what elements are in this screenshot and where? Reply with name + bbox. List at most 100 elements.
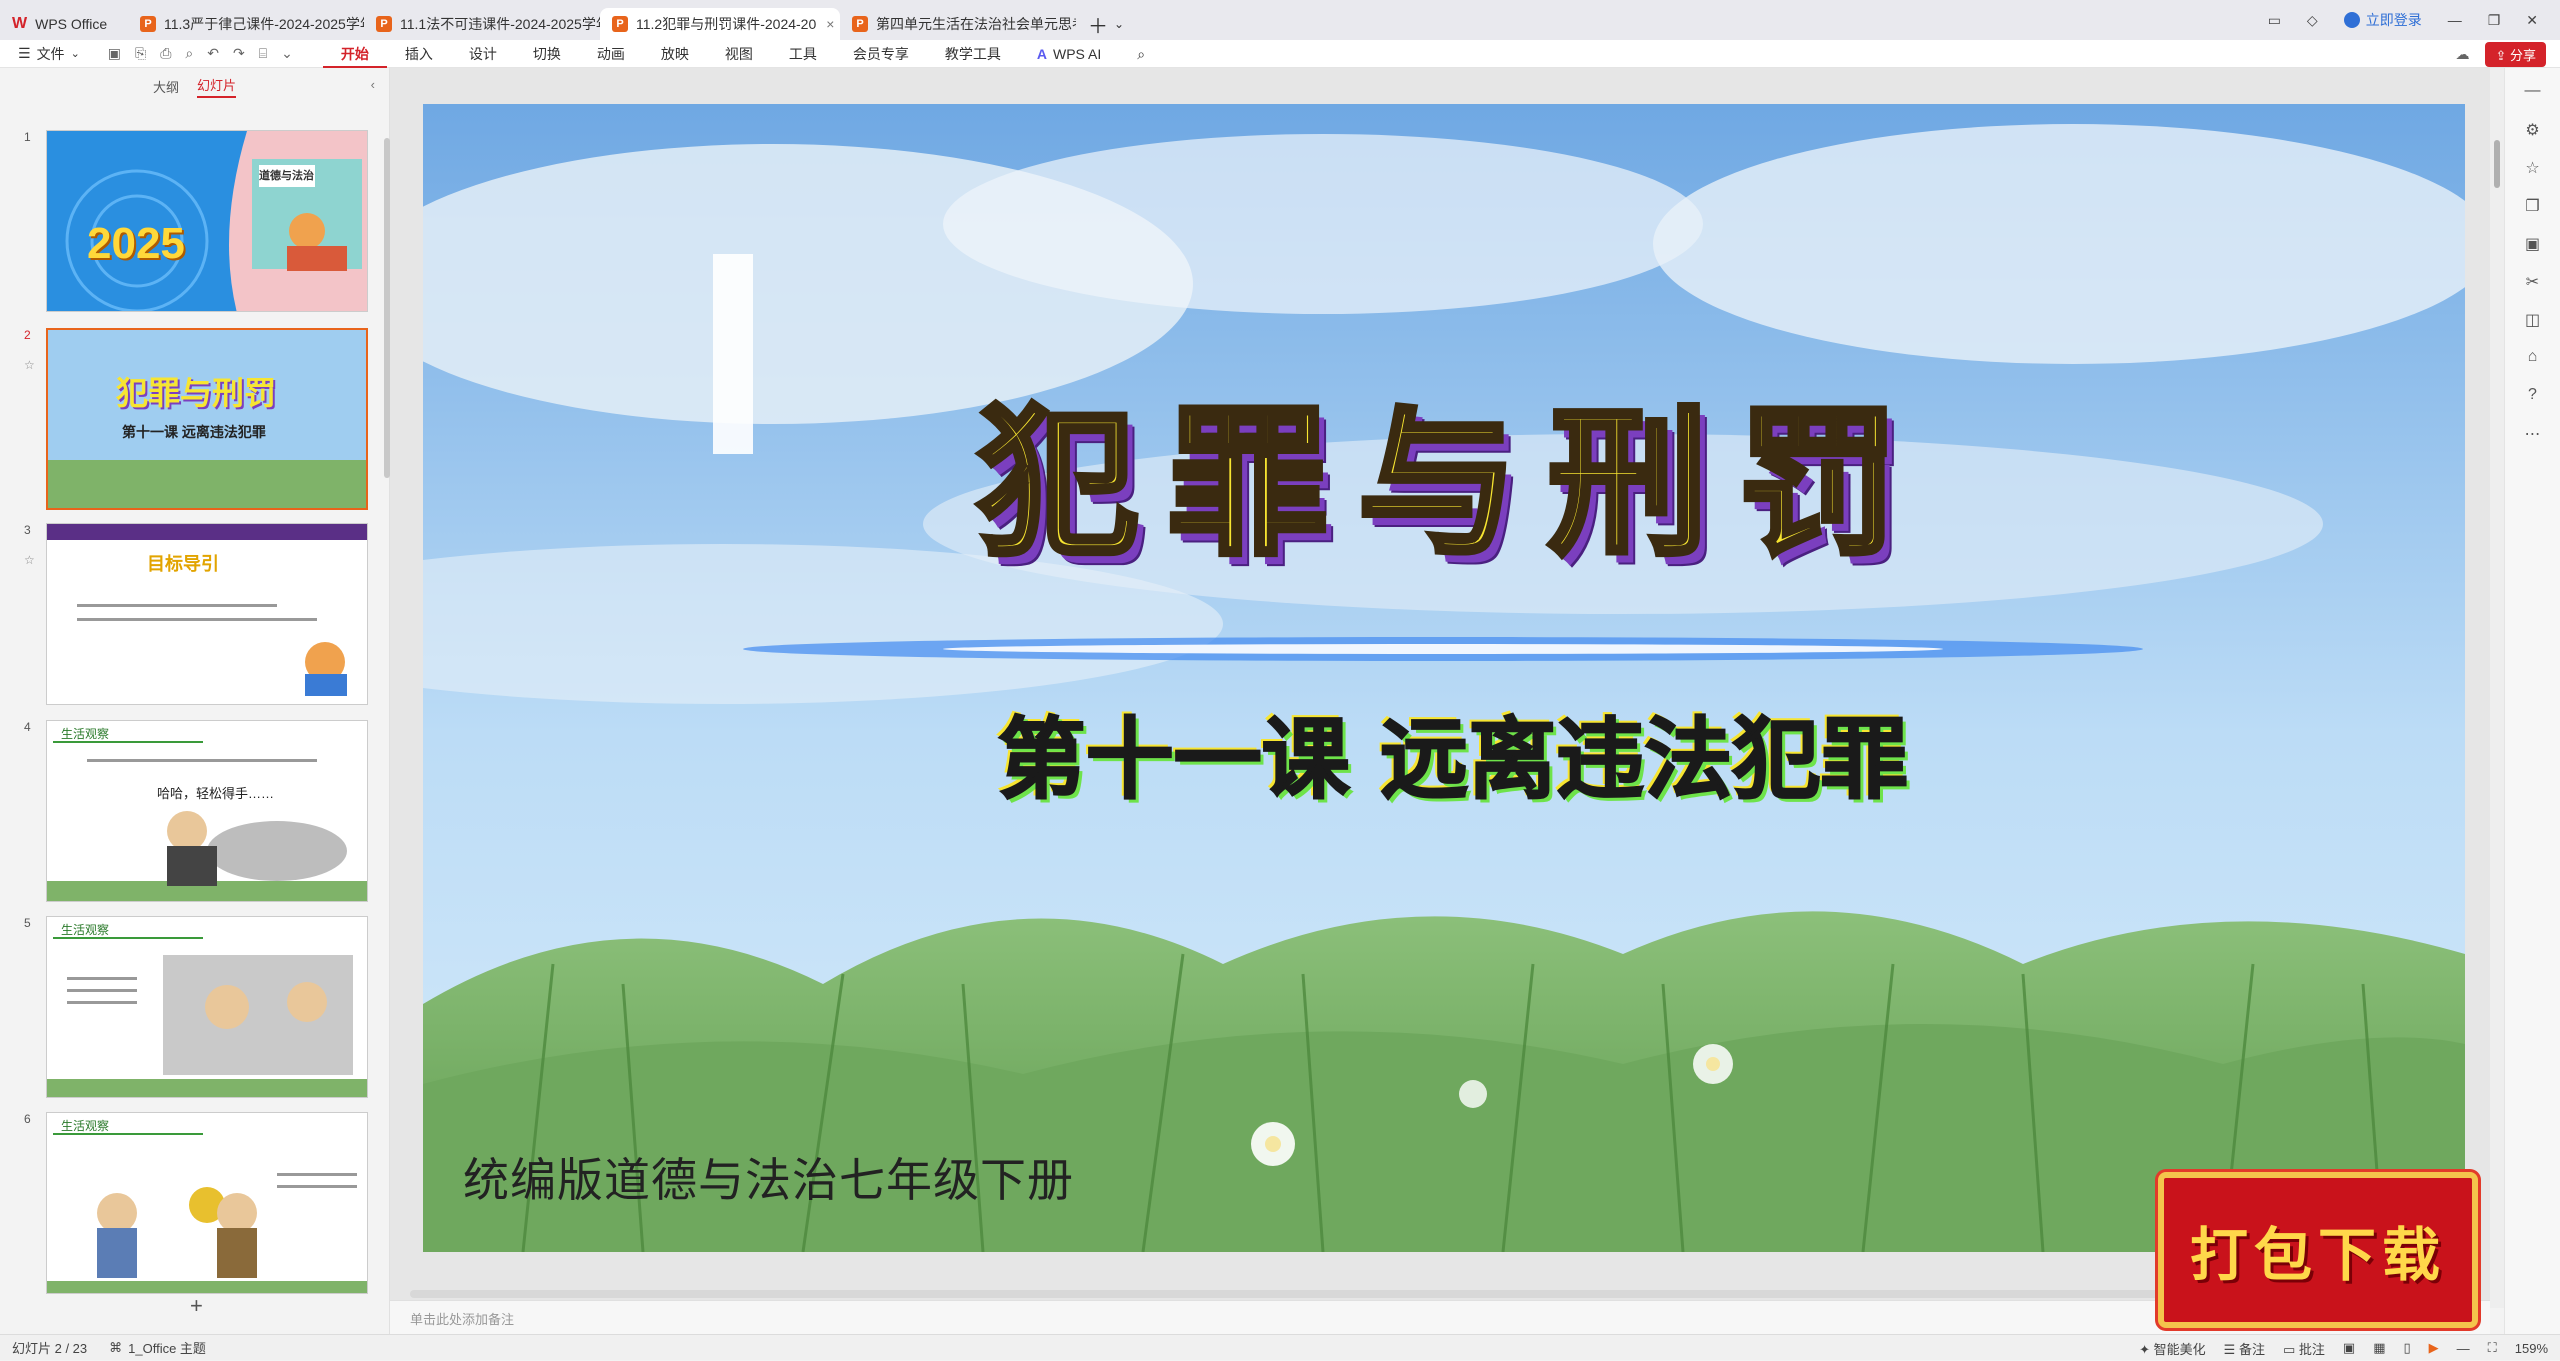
status-right: ✦ 智能美化 ☰ 备注 ▭ 批注 ▣ ▦ ▯ ▶ — ⛶ 159%	[2139, 1335, 2548, 1361]
redo-icon[interactable]: ↷	[233, 45, 245, 62]
right-tool-rail: — ⚙ ☆ ❐ ▣ ✂ ◫ ⌂ ? ⋯	[2504, 68, 2560, 1334]
cloud-icon[interactable]: ☁	[2455, 46, 2469, 63]
tab-tools[interactable]: 工具	[771, 40, 835, 68]
share-button[interactable]: ⇪ 分享	[2485, 41, 2546, 67]
more-icon[interactable]: ⋯	[2523, 424, 2543, 446]
preview-icon[interactable]: ⌕	[185, 45, 193, 62]
tab-transition[interactable]: 切换	[515, 40, 579, 68]
slide-thumbnail-5[interactable]: 生活观察	[46, 916, 368, 1098]
slide-count: 幻灯片 2 / 23	[12, 1341, 88, 1356]
ribbon-tabs: 开始 插入 设计 切换 动画 放映 视图 工具 会员专享 教学工具 A WPS A…	[322, 40, 1163, 68]
smart-beautify[interactable]: ✦ 智能美化	[2139, 1339, 2206, 1358]
file-label: 文件	[36, 45, 65, 62]
slide-thumbnail-4[interactable]: 生活观察 哈哈，轻松得手……	[46, 720, 368, 902]
doc-tab-4[interactable]: P 第四单元生活在法治社会单元思考与行	[840, 8, 1076, 40]
tab-animation[interactable]: 动画	[579, 40, 643, 68]
current-slide[interactable]: 犯罪与刑罚 第十一课 远离违法犯罪 统编版道德与法治七年级下册	[423, 104, 2465, 1252]
thumb-2-title: 犯罪与刑罚	[116, 375, 277, 411]
slide-number: 5	[24, 916, 31, 930]
tab-slideshow[interactable]: 放映	[643, 40, 707, 68]
tab-design[interactable]: 设计	[451, 40, 515, 68]
star-icon[interactable]: ☆	[24, 553, 35, 567]
book-icon[interactable]: ◫	[2523, 310, 2543, 332]
save-icon[interactable]: ▣	[108, 45, 121, 62]
tab-teaching-tools[interactable]: 教学工具	[927, 40, 1019, 68]
tab-insert[interactable]: 插入	[387, 40, 451, 68]
login-button[interactable]: 立即登录	[2343, 10, 2422, 30]
slide-thumbnail-1[interactable]: 2025 道德与法治	[46, 130, 368, 312]
home-tab[interactable]: W WPS Office	[0, 8, 128, 40]
doc-tab-label: 11.1法不可违课件-2024-2025学年统	[400, 16, 600, 32]
layout-icon[interactable]: ▭	[2268, 12, 2281, 29]
tab-view[interactable]: 视图	[707, 40, 771, 68]
tab-outline[interactable]: 大纲	[153, 77, 179, 96]
help-icon[interactable]: ?	[2523, 386, 2543, 408]
slide-subtitle[interactable]: 第十一课 远离违法犯罪	[853, 689, 2053, 816]
download-promo-badge[interactable]: 打包下载	[2158, 1172, 2478, 1328]
minimize-icon[interactable]: —	[2448, 12, 2462, 28]
theme-name[interactable]: 1_Office 主题	[128, 1338, 206, 1357]
normal-view-icon[interactable]: ▣	[2343, 1340, 2355, 1356]
vertical-scrollbar[interactable]	[2490, 68, 2504, 1308]
sorter-view-icon[interactable]: ▦	[2373, 1340, 2385, 1356]
editing-canvas: 犯罪与刑罚 第十一课 远离违法犯罪 统编版道德与法治七年级下册	[390, 68, 2490, 1308]
restore-icon[interactable]: ❐	[2488, 12, 2501, 29]
reading-view-icon[interactable]: ▯	[2403, 1340, 2410, 1356]
tab-slides[interactable]: 幻灯片	[197, 75, 237, 98]
ai-icon: A	[1036, 45, 1047, 62]
minus-icon[interactable]: —	[2523, 82, 2543, 104]
presentation-icon: P	[852, 16, 868, 32]
print-icon[interactable]: ⎙	[160, 45, 171, 62]
slide-thumbnail-2-selected[interactable]: 犯罪与刑罚 第十一课 远离违法犯罪	[46, 328, 368, 510]
star-icon[interactable]: ☆	[2523, 158, 2543, 180]
new-tab-button[interactable]: ＋ ⌄	[1076, 8, 1136, 40]
window-controls: ▭ ◇ 立即登录 — ❐ ✕	[2268, 0, 2560, 40]
format-painter-icon[interactable]: ⌸	[259, 45, 267, 62]
horizontal-scrollbar[interactable]	[410, 1290, 2420, 1298]
add-slide-button[interactable]: +	[190, 1293, 203, 1319]
image-icon[interactable]: ▣	[2523, 234, 2543, 256]
tab-member[interactable]: 会员专享	[835, 40, 927, 68]
tab-home[interactable]: 开始	[322, 40, 387, 68]
scrollbar-thumb[interactable]	[2494, 140, 2500, 188]
fit-icon[interactable]: ⛶	[2488, 1340, 2497, 1356]
doc-tab-label: 11.3严于律己课件-2024-2025学年统	[164, 16, 364, 32]
export-icon[interactable]: ⎘	[135, 45, 146, 62]
thumb-1-year: 2025	[87, 219, 185, 268]
tab-wps-ai[interactable]: A WPS AI	[1019, 40, 1119, 68]
thumb-6-art	[47, 1113, 367, 1293]
menu-icon: ☰	[18, 45, 31, 61]
chevron-down-icon[interactable]: ⌄	[281, 45, 293, 62]
zoom-out-icon[interactable]: —	[2457, 1341, 2470, 1356]
file-menu[interactable]: ☰ 文件 ⌄	[18, 44, 80, 64]
doc-tab-2[interactable]: P 11.1法不可违课件-2024-2025学年统	[364, 8, 600, 40]
doc-tab-1[interactable]: P 11.3严于律己课件-2024-2025学年统	[128, 8, 364, 40]
quick-access: ▣ ⎘ ⎙ ⌕ ↶ ↷ ⌸ ⌄	[108, 45, 293, 62]
slide-number: 3	[24, 523, 31, 537]
notes-toggle[interactable]: ☰ 备注	[2224, 1339, 2265, 1358]
zoom-level[interactable]: 159%	[2515, 1341, 2548, 1356]
adjust-icon[interactable]: ⚙	[2523, 120, 2543, 142]
collapse-icon[interactable]: ‹	[371, 77, 375, 92]
slide-title[interactable]: 犯罪与刑罚	[853, 354, 2053, 586]
tools-icon[interactable]: ✂	[2523, 272, 2543, 294]
close-icon[interactable]: ×	[826, 16, 834, 32]
thumb-5-art	[47, 917, 367, 1097]
chevron-down-icon[interactable]: ⌄	[1114, 17, 1124, 31]
notes-label: 备注	[2238, 1341, 2265, 1357]
thumb-6-section: 生活观察	[61, 1119, 110, 1133]
search-icon[interactable]: ⌕	[1119, 40, 1163, 68]
slide-thumbnail-3[interactable]: 目标导引	[46, 523, 368, 705]
thumb-4-section: 生活观察	[61, 727, 110, 741]
close-window-icon[interactable]: ✕	[2526, 12, 2538, 29]
shirt-icon[interactable]: ⌂	[2523, 348, 2543, 370]
slide-footer[interactable]: 统编版道德与法治七年级下册	[463, 1144, 1074, 1210]
doc-tab-3-active[interactable]: P 11.2犯罪与刑罚课件-2024-20 ×	[600, 8, 840, 40]
undo-icon[interactable]: ↶	[207, 45, 219, 62]
play-icon[interactable]: ▶	[2429, 1340, 2439, 1356]
star-icon[interactable]: ☆	[24, 358, 35, 372]
comments-toggle[interactable]: ▭ 批注	[2283, 1339, 2325, 1358]
cube-icon[interactable]: ◇	[2307, 12, 2318, 29]
slide-thumbnail-6[interactable]: 生活观察	[46, 1112, 368, 1294]
copy-icon[interactable]: ❐	[2523, 196, 2543, 218]
